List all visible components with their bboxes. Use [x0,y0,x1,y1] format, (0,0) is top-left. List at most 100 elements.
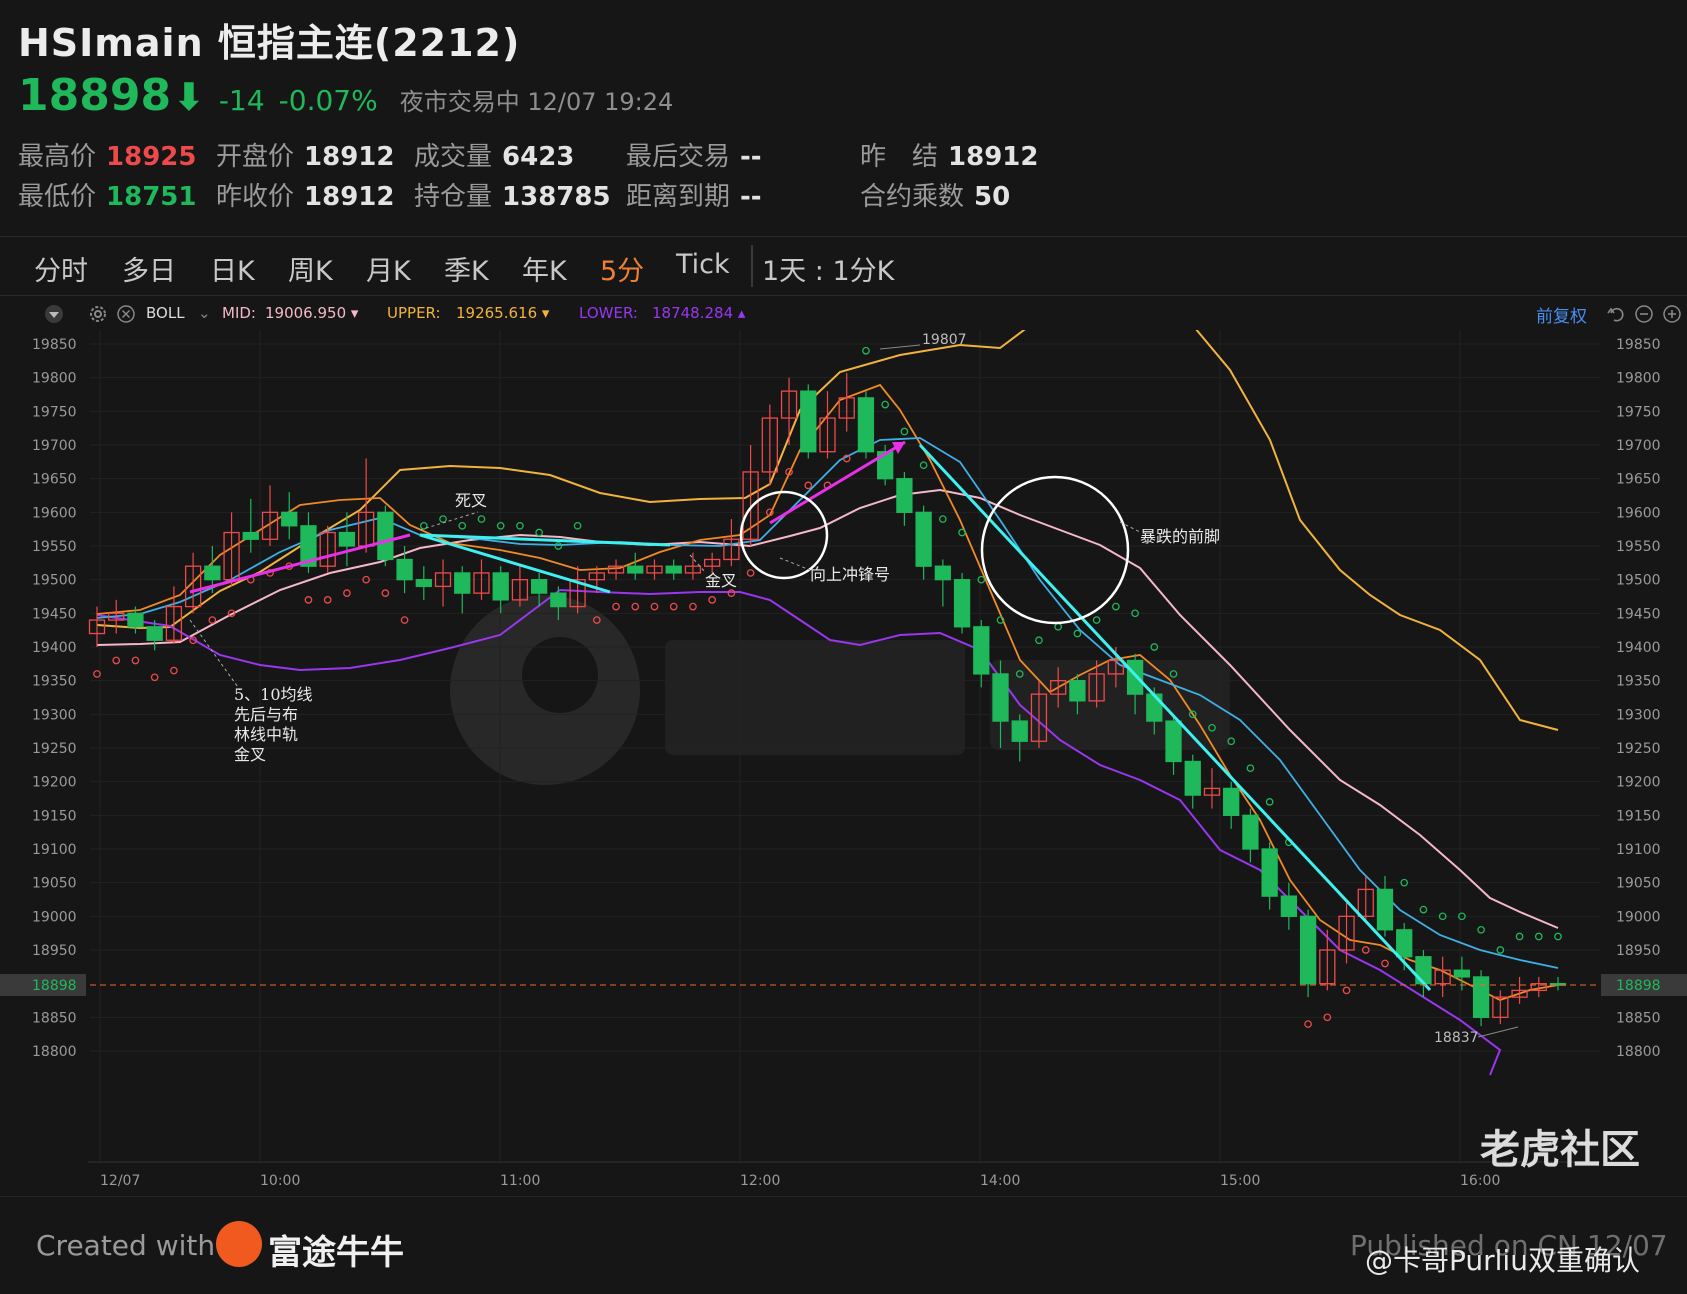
candle [704,552,721,573]
candle [857,391,875,459]
sar-dot [612,602,620,611]
futu-watermark-logo [450,595,1230,785]
stat-value: 18912 [304,182,395,212]
leader-line [189,619,241,691]
y-axis-left: 19850 19800 19750 19700 19650 19600 19550 19500… [32,337,77,1060]
settings-gear-icon[interactable] [88,304,108,324]
sar-dot [1554,932,1562,941]
y-tick-label: 19250 [1616,741,1661,757]
x-tick-label: 15:00 [1220,1173,1260,1189]
candle-body [1376,888,1394,931]
y-tick-label: 19850 [32,337,77,353]
sar-dot [1092,616,1101,624]
stat-label: 昨 结 [860,142,939,172]
tab-multi-day[interactable]: 多日 [122,249,176,288]
stat-prev-settle: 昨 结 18912 [860,136,1038,173]
candle [1280,882,1298,930]
stat-label: 距离到期 [626,182,731,212]
tab-tick[interactable]: Tick [676,249,730,280]
candle-body [1242,814,1259,850]
zoom-in-icon[interactable] [1662,304,1682,324]
chevron-down-icon[interactable]: ⌄ [198,304,211,322]
candle-body [896,478,913,513]
candle-body [530,579,548,594]
tab-intraday[interactable]: 分时 [34,249,88,288]
candle [915,505,932,580]
candle [319,525,336,573]
y-tick-label: 19450 [32,606,77,622]
y-tick-label: 19750 [32,404,77,420]
candle [434,559,452,607]
candle-body [1280,895,1298,917]
sar-dot [208,616,217,624]
mid-value: 19006.950 ▾ [265,304,359,322]
candle-body [857,397,875,453]
sar-dot [1534,932,1543,941]
annotation-ma-cross-3: 林线中轨 [234,725,298,744]
stat-prev-close: 昨收价 18912 [216,176,394,213]
candle [184,552,202,614]
candle-body [1184,760,1201,796]
candle-body [396,558,413,581]
stat-value: -- [740,142,762,172]
tab-month-k[interactable]: 月K [366,249,411,288]
candle [973,620,990,688]
low-marker-line [1477,1026,1519,1038]
undo-icon[interactable] [1606,304,1626,324]
sar-dot [746,569,755,577]
tab-divider [751,245,753,287]
sar-dot [112,656,121,665]
candle-body [454,572,471,594]
x-tick-label: 16:00 [1460,1173,1500,1189]
annotation-golden-cross: 金叉 [705,571,737,590]
y-tick-label: 19550 [1616,539,1661,555]
indicator-name[interactable]: BOLL [146,304,185,322]
candle [454,566,471,614]
y-tick-label: 19300 [1616,707,1661,723]
tab-5min[interactable]: 5分 [600,249,644,288]
candle [242,498,259,553]
footer: Created with 富途牛牛 Published on CN 12/07 … [0,1127,1687,1294]
adjust-toggle[interactable]: 前复权 [1536,302,1587,327]
sar-dot [938,515,947,523]
sar-dot [1342,986,1351,995]
candle [1376,875,1394,937]
candle [646,559,663,580]
candle-body [1223,787,1240,816]
y-tick-label: 19650 [1616,472,1661,488]
y-tick-label: 19150 [1616,808,1661,824]
candle [1203,768,1221,809]
sar-dot [1035,636,1043,645]
upper-label: UPPER: [387,304,441,322]
candle [896,471,913,526]
stat-low: 最低价 18751 [18,176,196,213]
x-tick-label: 12/07 [100,1173,140,1189]
candle-body [973,626,990,675]
tab-week-k[interactable]: 周K [288,249,333,288]
tab-year-k[interactable]: 年K [522,249,567,288]
kline-chart[interactable]: 19850 19800 19750 19700 19650 19600 19550 19500… [0,330,1687,1196]
stat-label: 合约乘数 [860,182,965,212]
candle-body [1011,720,1028,742]
y-tick-label: 19750 [1616,404,1661,420]
candle-body [415,579,432,588]
collapse-icon[interactable] [44,304,64,324]
zoom-out-icon[interactable] [1634,304,1654,324]
tab-1day-1min[interactable]: 1天 : 1分K [762,249,894,288]
sar-dot [669,602,678,611]
tab-quarter-k[interactable]: 季K [444,249,489,288]
candle-body [338,531,356,547]
candle-body [992,673,1009,722]
sar-dot [804,481,813,490]
candle-body [627,565,644,574]
candle [1242,808,1259,863]
mid-label: MID: [222,304,256,322]
sar-dot [1246,764,1255,773]
tab-day-k[interactable]: 日K [210,249,255,288]
close-icon[interactable] [116,304,136,324]
y-tick-label: 19850 [1616,337,1661,353]
stat-value: 50 [974,182,1011,212]
candle-body [127,612,144,628]
sar-dot [1477,925,1485,934]
candle [1549,976,1567,991]
